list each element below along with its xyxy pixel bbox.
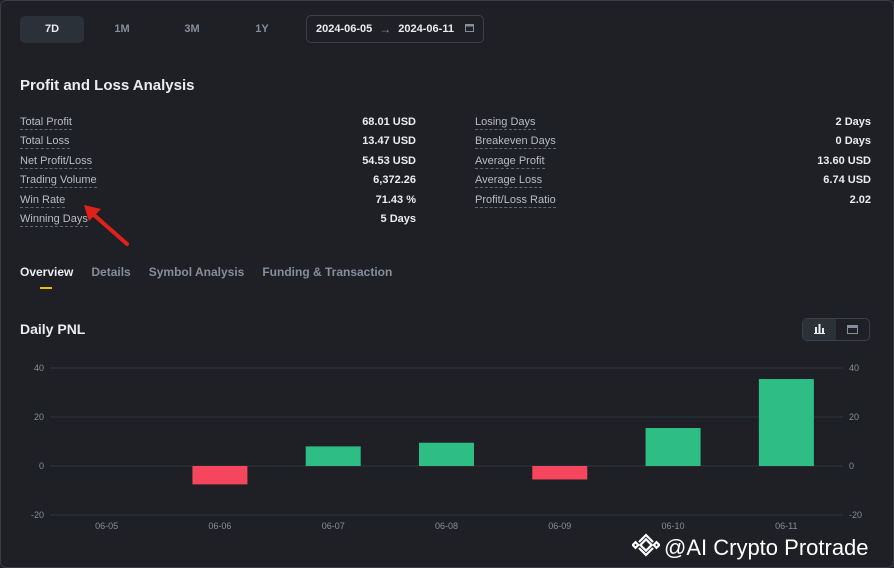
annotation-arrow bbox=[84, 205, 129, 246]
period-7d-button[interactable]: 7D bbox=[20, 16, 84, 43]
stat-value: 5 Days bbox=[380, 213, 416, 225]
stat-value: 6,372.26 bbox=[373, 174, 416, 186]
pnl-bar bbox=[532, 466, 588, 480]
tab-symbol-analysis[interactable]: Symbol Analysis bbox=[149, 265, 245, 289]
y-tick-label-left: 20 bbox=[34, 412, 44, 422]
stat-value: 2 Days bbox=[835, 116, 871, 128]
pnl-bar bbox=[192, 466, 248, 485]
date-range-picker[interactable]: 2024-06-05 → 2024-06-11 bbox=[306, 15, 484, 43]
analysis-tabs: Overview Details Symbol Analysis Funding… bbox=[20, 265, 392, 289]
bar-chart-icon bbox=[814, 321, 825, 339]
binance-logo-icon bbox=[631, 531, 661, 565]
stat-value: 2.02 bbox=[849, 194, 871, 206]
stat-value: 0 Days bbox=[835, 135, 871, 147]
tab-details[interactable]: Details bbox=[91, 265, 130, 289]
arrow-right-icon: → bbox=[379, 22, 392, 36]
x-tick-label: 06-05 bbox=[95, 521, 118, 531]
stat-label[interactable]: Average Profit bbox=[475, 155, 545, 169]
daily-pnl-title: Daily PNL bbox=[20, 321, 86, 337]
y-tick-label-right: 40 bbox=[849, 363, 859, 373]
stat-row-average-profit: Average Profit 13.60 USD bbox=[475, 155, 871, 171]
period-selector: 7D 1M 3M 1Y bbox=[20, 16, 294, 43]
calendar-view-button[interactable] bbox=[836, 319, 869, 340]
x-tick-label: 06-07 bbox=[322, 521, 345, 531]
stat-label[interactable]: Win Rate bbox=[20, 194, 66, 208]
tab-overview[interactable]: Overview bbox=[20, 265, 73, 289]
stat-label[interactable]: Winning Days bbox=[20, 213, 88, 227]
stat-row-total-profit: Total Profit 68.01 USD bbox=[20, 116, 416, 132]
stat-value: 71.43 % bbox=[375, 194, 416, 206]
y-tick-label-right: -20 bbox=[849, 510, 862, 520]
y-tick-label-right: 20 bbox=[849, 412, 859, 422]
stat-row-average-loss: Average Loss 6.74 USD bbox=[475, 174, 871, 190]
y-tick-label-right: 0 bbox=[849, 461, 854, 471]
stat-row-net-pnl: Net Profit/Loss 54.53 USD bbox=[20, 155, 416, 171]
y-tick-label-left: 40 bbox=[34, 363, 44, 373]
watermark-text: @AI Crypto Protrade bbox=[664, 535, 869, 560]
calendar-icon[interactable] bbox=[464, 23, 474, 35]
period-1y-button[interactable]: 1Y bbox=[230, 16, 294, 43]
tab-funding-transaction[interactable]: Funding & Transaction bbox=[262, 265, 392, 289]
watermark: @AI Crypto Protrade bbox=[631, 531, 869, 565]
end-date: 2024-06-11 bbox=[398, 23, 454, 35]
y-tick-label-left: -20 bbox=[31, 510, 44, 520]
period-3m-button[interactable]: 3M bbox=[160, 16, 224, 43]
start-date: 2024-06-05 bbox=[316, 23, 373, 35]
stat-value: 54.53 USD bbox=[362, 155, 416, 167]
stat-row-losing-days: Losing Days 2 Days bbox=[475, 116, 871, 132]
pnl-bar bbox=[419, 442, 474, 466]
x-tick-label: 06-11 bbox=[775, 521, 797, 531]
bar-chart-view-button[interactable] bbox=[803, 319, 836, 340]
stat-label[interactable]: Net Profit/Loss bbox=[20, 155, 93, 169]
period-1m-button[interactable]: 1M bbox=[90, 16, 154, 43]
pnl-bar bbox=[645, 428, 701, 466]
stat-row-trading-volume: Trading Volume 6,372.26 bbox=[20, 174, 416, 190]
stat-row-breakeven-days: Breakeven Days 0 Days bbox=[475, 135, 871, 151]
x-tick-label: 06-08 bbox=[435, 521, 458, 531]
stat-label[interactable]: Average Loss bbox=[475, 174, 543, 188]
pnl-analysis-title: Profit and Loss Analysis bbox=[20, 77, 195, 94]
stat-value: 13.47 USD bbox=[362, 135, 416, 147]
pnl-bar bbox=[305, 446, 361, 466]
stat-value: 68.01 USD bbox=[362, 116, 416, 128]
x-tick-label: 06-10 bbox=[662, 521, 685, 531]
stat-row-pl-ratio: Profit/Loss Ratio 2.02 bbox=[475, 194, 871, 210]
chart-view-toggle bbox=[802, 318, 870, 341]
x-tick-label: 06-09 bbox=[548, 521, 571, 531]
stat-label[interactable]: Profit/Loss Ratio bbox=[475, 194, 556, 208]
stat-value: 6.74 USD bbox=[823, 174, 871, 186]
stat-label[interactable]: Losing Days bbox=[475, 116, 536, 130]
stat-row-total-loss: Total Loss 13.47 USD bbox=[20, 135, 416, 151]
x-tick-label: 06-06 bbox=[208, 521, 231, 531]
daily-pnl-chart: 40 40 20 20 0 0 -20 -20 06-05 06-06 06-07 06-08 06-0… bbox=[31, 363, 862, 531]
stat-value: 13.60 USD bbox=[817, 155, 871, 167]
stat-label[interactable]: Total Loss bbox=[20, 135, 70, 149]
stat-label[interactable]: Total Profit bbox=[20, 116, 72, 130]
y-tick-label-left: 0 bbox=[39, 461, 44, 471]
calendar-icon bbox=[847, 321, 858, 339]
stat-label[interactable]: Breakeven Days bbox=[475, 135, 556, 149]
stat-label[interactable]: Trading Volume bbox=[20, 174, 97, 188]
pnl-bar bbox=[758, 379, 814, 466]
